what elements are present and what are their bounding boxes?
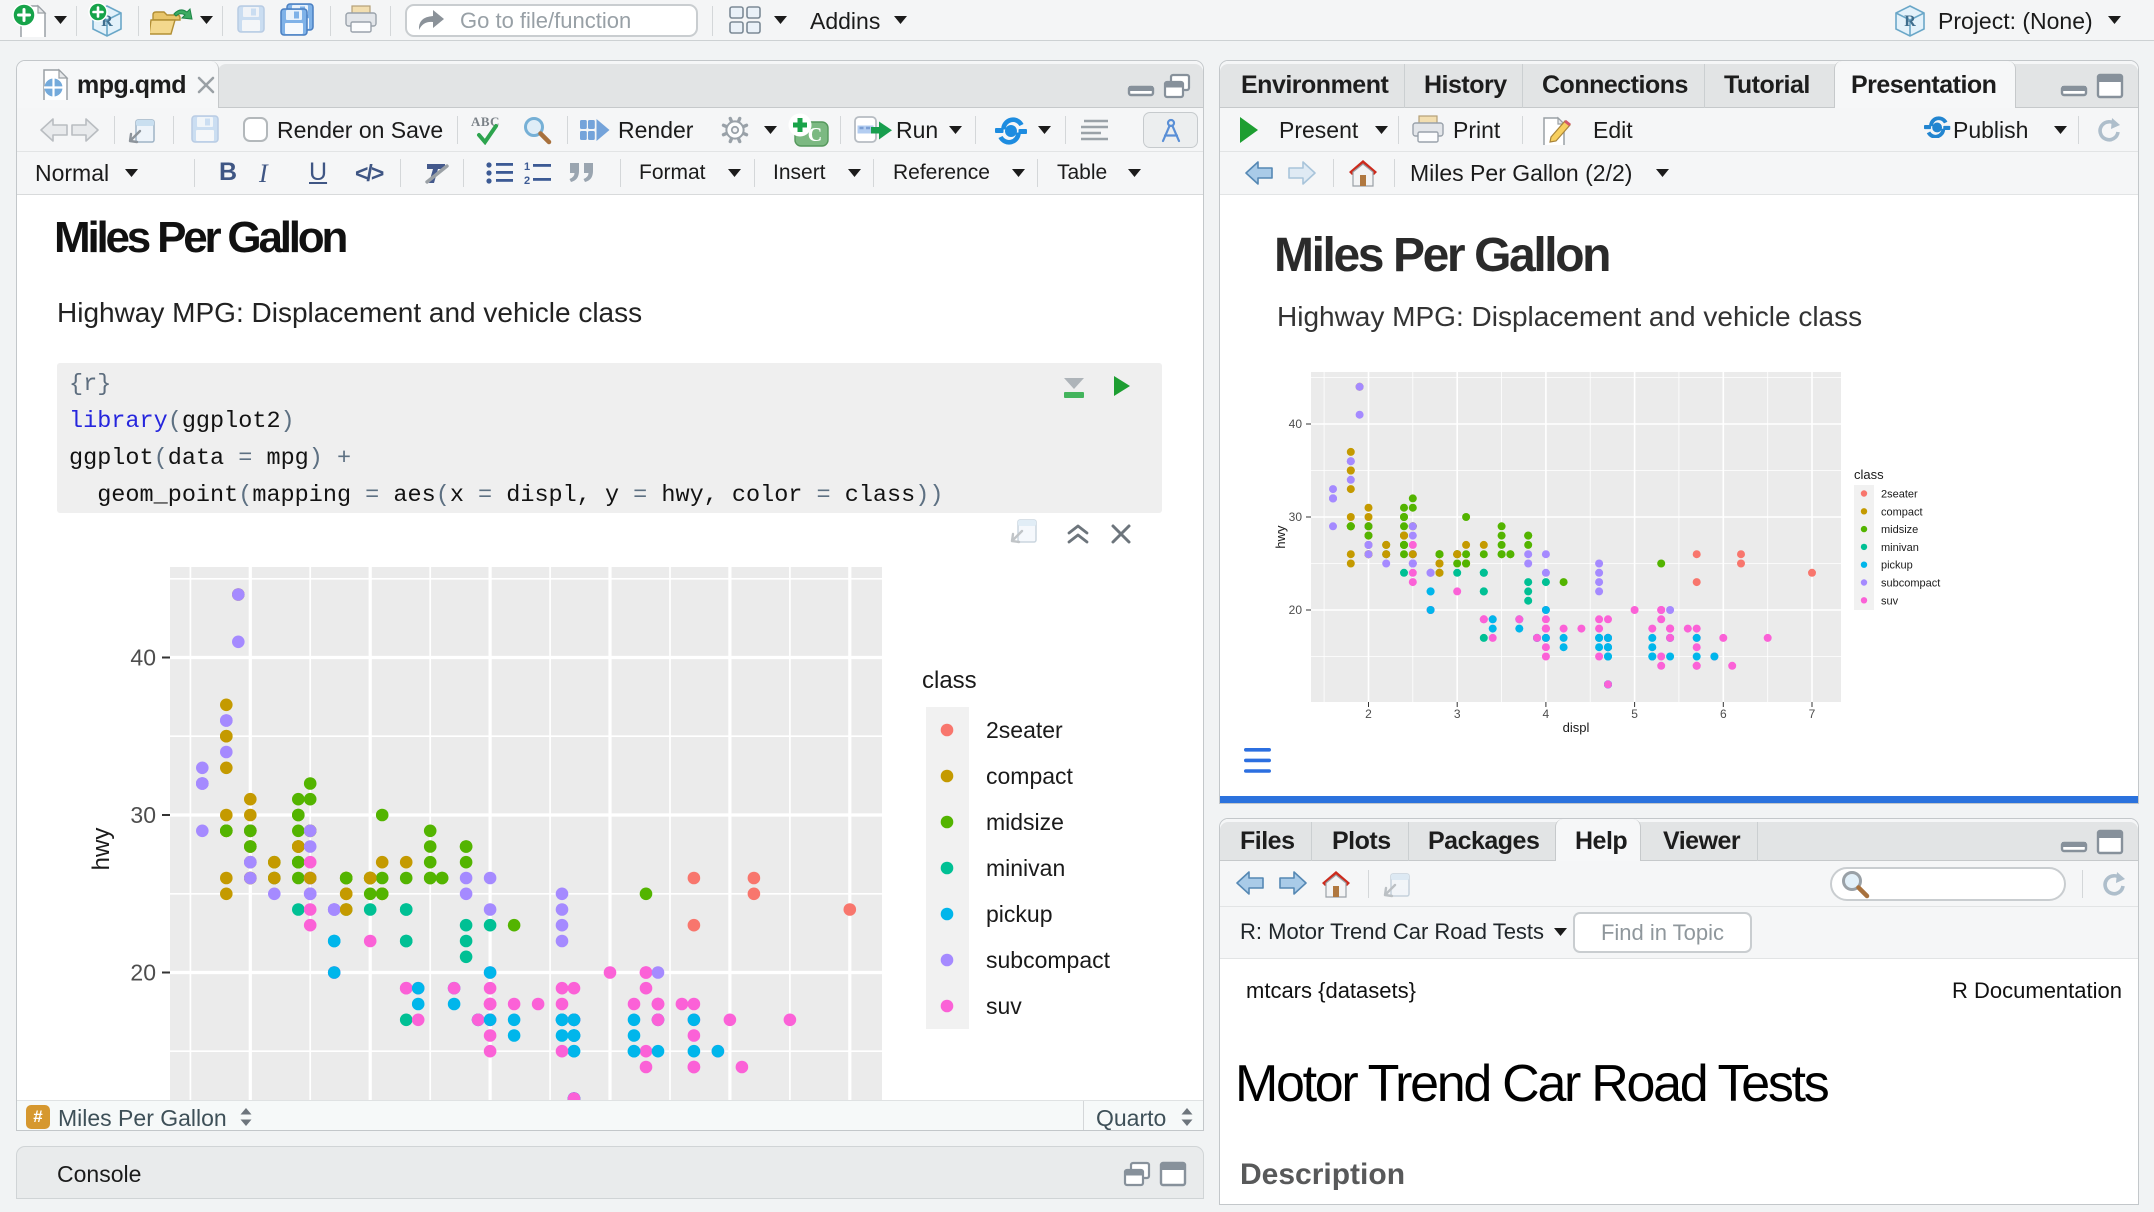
svg-text:midsize: midsize	[1881, 524, 1918, 536]
svg-text:hwy: hwy	[1273, 525, 1288, 549]
svg-text:minivan: minivan	[986, 855, 1065, 881]
svg-text:midsize: midsize	[986, 809, 1064, 835]
svg-text:suv: suv	[986, 993, 1022, 1019]
svg-text:6: 6	[1720, 707, 1727, 721]
svg-text:hwy: hwy	[88, 828, 115, 871]
svg-text:2: 2	[524, 175, 530, 186]
svg-text:compact: compact	[1881, 506, 1923, 518]
svg-text:2seater: 2seater	[986, 717, 1063, 743]
svg-text:7: 7	[1809, 707, 1816, 721]
svg-text:subcompact: subcompact	[986, 947, 1111, 973]
svg-text:minivan: minivan	[1881, 542, 1919, 554]
svg-text:40: 40	[1289, 417, 1303, 431]
svg-text:pickup: pickup	[1881, 560, 1913, 572]
svg-text:30: 30	[130, 802, 156, 828]
svg-text:3: 3	[1454, 707, 1461, 721]
svg-text:20: 20	[130, 960, 156, 986]
svg-text:pickup: pickup	[986, 901, 1052, 927]
svg-text:30: 30	[1289, 510, 1303, 524]
svg-text:20: 20	[1289, 603, 1303, 617]
svg-text:class: class	[1854, 467, 1884, 482]
svg-text:2seater: 2seater	[1881, 489, 1918, 501]
svg-text:suv: suv	[1881, 595, 1899, 607]
svg-text:5: 5	[1631, 707, 1638, 721]
svg-text:C: C	[808, 124, 822, 146]
svg-text:compact: compact	[986, 763, 1074, 789]
svg-text:displ: displ	[1563, 720, 1590, 735]
svg-text:class: class	[922, 667, 977, 694]
svg-text:1: 1	[524, 161, 530, 173]
svg-text:subcompact: subcompact	[1881, 578, 1940, 590]
svg-text:R: R	[1904, 13, 1916, 30]
svg-text:40: 40	[130, 645, 156, 671]
svg-text:4: 4	[1543, 707, 1550, 721]
svg-text:2: 2	[1365, 707, 1372, 721]
